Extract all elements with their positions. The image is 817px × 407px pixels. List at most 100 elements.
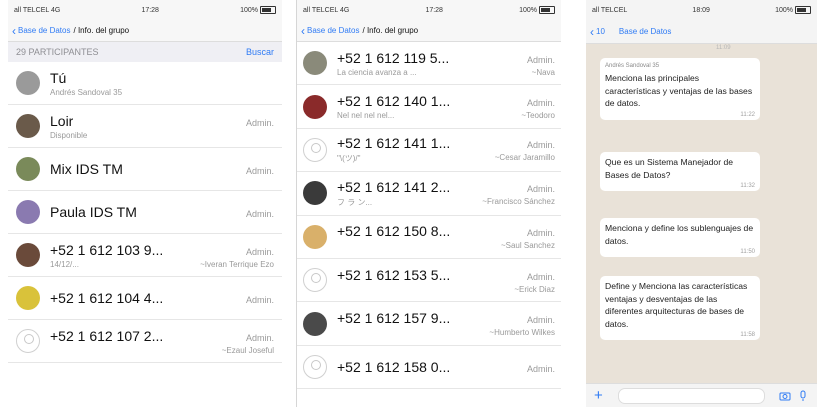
participant-name: +52 1 612 119 5... xyxy=(337,49,450,66)
message-bubble[interactable]: Define y Menciona las características ve… xyxy=(600,276,760,340)
carrier-label: all TELCEL 4G xyxy=(303,6,350,14)
back-label: Base de Datos xyxy=(18,26,71,35)
message-text: Define y Menciona las características ve… xyxy=(605,281,748,329)
message-time: 11:32 xyxy=(740,183,755,189)
back-button[interactable]: ‹ Base de Datos xyxy=(301,25,359,37)
participant-list: Tú Andrés Sandoval 35 Loir Admin. Disponible… xyxy=(8,62,282,363)
default-avatar-icon xyxy=(303,268,327,293)
message-bubble[interactable]: Andrés Sandoval 35 Menciona las principal… xyxy=(600,58,760,120)
avatar xyxy=(16,243,40,267)
admin-badge: Admin. xyxy=(245,209,274,219)
avatar xyxy=(16,71,40,95)
nav-title: / Info. del grupo xyxy=(362,26,419,35)
participant-alias: ~Iveran Terrique Ezo xyxy=(200,259,274,269)
battery-icon xyxy=(795,6,811,14)
message-time: 11:50 xyxy=(740,249,755,255)
participant-status: 14/12/... xyxy=(50,259,79,269)
admin-badge: Admin. xyxy=(245,295,274,305)
message-text: Menciona las principales características… xyxy=(605,73,753,108)
admin-badge: Admin. xyxy=(526,98,555,109)
message-bubble[interactable]: Menciona y define los sublenguajes de da… xyxy=(600,218,760,257)
nav-bar: ‹ Base de Datos / Info. del grupo xyxy=(8,20,282,42)
message-time: 11:09 xyxy=(716,45,731,51)
avatar xyxy=(16,286,40,310)
default-avatar-icon xyxy=(303,354,327,379)
participant-row[interactable]: +52 1 612 104 4... Admin. xyxy=(8,277,282,320)
admin-badge: Admin. xyxy=(245,166,274,176)
participant-row[interactable]: Tú Andrés Sandoval 35 xyxy=(8,62,282,105)
participant-name: +52 1 612 107 2... xyxy=(50,327,164,344)
participant-name: +52 1 612 158 0... xyxy=(337,358,451,375)
avatar xyxy=(303,181,327,206)
microphone-icon[interactable] xyxy=(797,390,809,402)
participant-name: +52 1 612 103 9... xyxy=(50,241,164,258)
participant-row[interactable]: Paula IDS TM Admin. xyxy=(8,191,282,234)
default-avatar-icon xyxy=(16,329,40,353)
participant-row[interactable]: Loir Admin. Disponible xyxy=(8,105,282,148)
participant-row[interactable]: +52 1 612 103 9... Admin. 14/12/... ~Iveran… xyxy=(8,234,282,277)
avatar xyxy=(16,157,40,181)
compose-bar: + xyxy=(586,383,817,407)
participant-name: +52 1 612 153 5... xyxy=(337,266,451,283)
admin-badge: Admin. xyxy=(526,183,555,194)
add-attachment-button[interactable]: + xyxy=(594,387,610,404)
participant-alias: ~Nava xyxy=(531,67,555,77)
clock-label: 17:28 xyxy=(141,6,159,14)
participant-name: +52 1 612 150 8... xyxy=(337,223,451,240)
participant-row[interactable]: +52 1 612 141 2... Admin. フ ラ ン... ~Francis… xyxy=(297,172,561,216)
battery-icon xyxy=(260,6,276,14)
participants-count: 29 PARTICIPANTES xyxy=(16,47,99,57)
message-time: 11:58 xyxy=(740,332,755,338)
camera-icon[interactable] xyxy=(779,390,791,402)
status-bar: all TELCEL 4G 17:28 100% xyxy=(297,0,561,20)
admin-badge: Admin. xyxy=(526,315,555,326)
participant-row[interactable]: +52 1 612 107 2... Admin. ~Ezaul Joseful xyxy=(8,320,282,363)
participant-row[interactable]: +52 1 612 150 8... Admin. ~Saul Sanchez xyxy=(297,216,561,259)
nav-bar: ‹ Base de Datos / Info. del grupo xyxy=(297,20,561,42)
admin-badge: Admin. xyxy=(245,117,274,128)
carrier-label: all TELCEL xyxy=(592,6,628,14)
participant-alias: ~Cesar Jaramillo xyxy=(494,153,555,163)
message-time: 11:22 xyxy=(740,111,755,118)
back-button[interactable]: ‹ Base de Datos xyxy=(12,25,70,37)
participant-row[interactable]: +52 1 612 157 9... Admin. ~Humberto Wilkes xyxy=(297,302,561,346)
participant-alias: ~Francisco Sánchez xyxy=(482,196,555,206)
chevron-left-icon: ‹ xyxy=(12,23,16,38)
avatar xyxy=(303,51,327,76)
clock-label: 17:28 xyxy=(425,6,443,14)
participant-name: Loir xyxy=(50,112,74,129)
admin-badge: Admin. xyxy=(245,246,274,257)
message-sender: Andrés Sandoval 35 xyxy=(605,63,660,69)
message-input[interactable] xyxy=(618,387,765,404)
participants-header: 29 PARTICIPANTES Buscar xyxy=(8,42,282,62)
clock-label: 18:09 xyxy=(692,6,710,14)
message-text: Menciona y define los sublenguajes de da… xyxy=(605,223,754,246)
chevron-left-icon: ‹ xyxy=(301,23,305,38)
participants-screen-1: all TELCEL 4G 17:28 100% ‹ Base de Datos… xyxy=(8,0,282,407)
avatar xyxy=(303,94,327,119)
participant-row[interactable]: +52 1 612 140 1... Admin. Nel nel nel nel.… xyxy=(297,85,561,129)
participant-status: "\(ツ)/" xyxy=(337,154,361,164)
admin-badge: Admin. xyxy=(526,228,555,239)
nav-title: / Info. del grupo xyxy=(73,26,130,35)
participant-row[interactable]: +52 1 612 119 5... Admin. La ciencia avanz… xyxy=(297,42,561,86)
default-avatar-icon xyxy=(303,137,327,162)
message-bubble[interactable]: Que es un Sistema Manejador de Bases de … xyxy=(600,152,760,191)
participant-row[interactable]: +52 1 612 153 5... Admin. ~Erick Diaz xyxy=(297,259,561,303)
participant-alias: ~Erick Diaz xyxy=(514,284,555,294)
battery-percent: 100% xyxy=(775,6,793,14)
back-button[interactable]: ‹ 10 xyxy=(590,26,605,38)
search-participants-button[interactable]: Buscar xyxy=(246,47,274,57)
participant-name: +52 1 612 104 4... xyxy=(50,290,164,306)
participant-row[interactable]: +52 1 612 141 1... Admin. "\(ツ)/" ~Cesar Ja… xyxy=(297,129,561,173)
participant-status: Nel nel nel nel... xyxy=(337,111,395,121)
admin-badge: Admin. xyxy=(245,332,274,343)
participant-row[interactable]: Mix IDS TM Admin. xyxy=(8,148,282,191)
message-area[interactable]: 11:09 Andrés Sandoval 35 Menciona las pri… xyxy=(586,44,817,383)
participant-status: Andrés Sandoval 35 xyxy=(50,87,123,97)
participant-name: Tú xyxy=(50,69,67,86)
admin-badge: Admin. xyxy=(526,54,555,65)
chat-title[interactable]: Base de Datos xyxy=(619,27,671,36)
participant-alias: ~Humberto Wilkes xyxy=(489,328,555,338)
participant-row[interactable]: +52 1 612 158 0... Admin. xyxy=(297,346,561,390)
